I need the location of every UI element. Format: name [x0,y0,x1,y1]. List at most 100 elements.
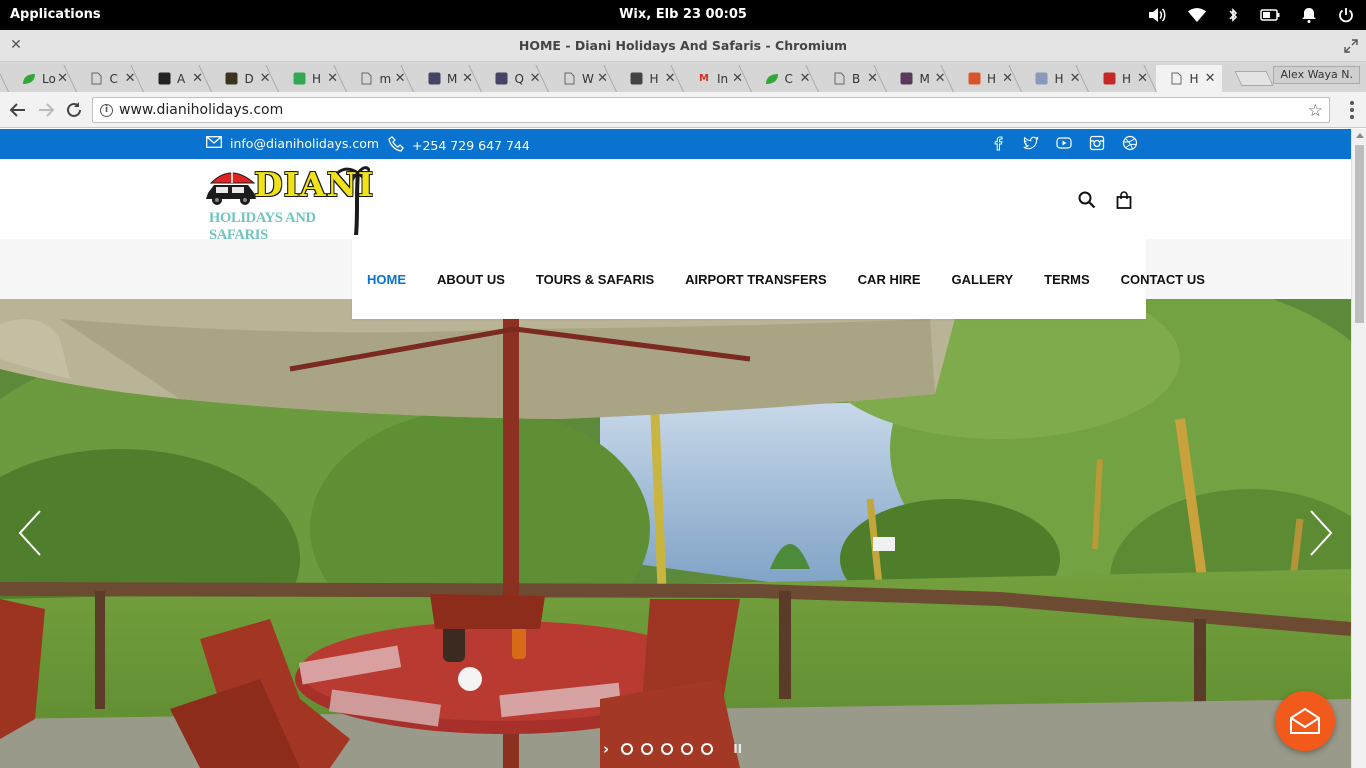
browser-tab[interactable]: C ✕ [76,65,142,92]
battery-icon[interactable] [1260,9,1280,21]
nav-item[interactable]: TOURS & SAFARIS [536,272,654,287]
contact-phone[interactable]: +254 729 647 744 [388,136,530,155]
browser-tab[interactable]: M ✕ [886,65,952,92]
tab-title: B [852,71,861,86]
nav-item[interactable]: ABOUT US [437,272,505,287]
tab-title: W [582,71,594,86]
logo-icon [1102,72,1116,86]
square-icon [157,72,171,86]
browser-tab[interactable]: H ✕ [953,65,1019,92]
bluetooth-icon[interactable] [1228,7,1238,23]
reload-button[interactable] [64,100,84,120]
nav-item[interactable]: HOME [367,272,406,287]
window-maximize-icon[interactable] [1344,38,1358,53]
tab-close-icon[interactable]: ✕ [125,71,136,86]
slider-dot[interactable] [641,743,654,755]
browser-tab[interactable]: H ✕ [1088,65,1154,92]
tab-title: H [1054,71,1064,86]
nav-item[interactable]: AIRPORT TRANSFERS [685,272,827,287]
tab-close-icon[interactable]: ✕ [192,71,203,86]
tab-title: M [447,71,458,86]
image-icon [427,72,441,86]
contact-phone-text[interactable]: +254 729 647 744 [412,138,530,153]
nav-item[interactable]: CAR HIRE [858,272,921,287]
site-logo[interactable]: DIANI HOLIDAYS AND SAFARIS [206,163,373,243]
tab-close-icon[interactable]: ✕ [597,71,608,86]
browser-tab[interactable]: Q ✕ [481,65,547,92]
cart-bag-icon[interactable] [1116,191,1132,213]
system-top-panel: Applications Wix, Elb 23 00:05 [0,0,1366,30]
address-url[interactable]: www.dianiholidays.com [119,102,283,118]
slider-dot[interactable] [701,743,714,755]
nav-item[interactable]: CONTACT US [1121,272,1205,287]
browser-tab[interactable]: C ✕ [751,65,817,92]
tab-close-icon[interactable]: ✕ [935,71,946,86]
youtube-icon[interactable] [1056,135,1072,151]
wifi-icon[interactable] [1188,8,1206,22]
tab-title: C [784,71,793,86]
browser-tab[interactable]: M In ✕ [683,65,749,92]
notifications-icon[interactable] [1302,7,1316,23]
chat-widget-button[interactable] [1275,691,1335,751]
bookmark-star-icon[interactable]: ☆ [1308,101,1323,121]
slider-pause-icon[interactable]: II [733,742,742,756]
browser-tab[interactable]: H ✕ [616,65,682,92]
instagram-icon[interactable] [1089,135,1105,151]
browser-tab[interactable]: H ✕ [1021,65,1087,92]
contact-email[interactable]: info@dianiholidays.com [206,136,379,151]
slider-next-arrow-icon[interactable] [1305,509,1335,557]
browser-tab[interactable]: D ✕ [211,65,277,92]
slider-dot[interactable] [661,743,674,755]
tab-close-icon[interactable]: ✕ [462,71,473,86]
logo-word: DIANI [254,165,375,204]
forward-button[interactable] [36,100,56,120]
twitter-icon[interactable] [1023,135,1039,151]
tab-close-icon[interactable]: ✕ [1205,71,1216,86]
slider-next-small-icon[interactable]: › [603,740,609,758]
browser-tab[interactable]: W ✕ [548,65,614,92]
browser-tab[interactable]: B ✕ [818,65,884,92]
browser-tab[interactable]: m ✕ [346,65,412,92]
cloud-icon [1035,72,1049,86]
browser-tab[interactable]: H ✕ [1155,65,1222,92]
nav-item[interactable]: TERMS [1044,272,1090,287]
slider-prev-arrow-icon[interactable] [16,509,46,557]
profile-button[interactable]: Alex Waya N. [1273,66,1360,84]
tab-close-icon[interactable]: ✕ [395,71,406,86]
scroll-up-icon[interactable] [1356,133,1364,138]
tab-close-icon[interactable]: ✕ [1070,71,1081,86]
slider-dot[interactable] [681,743,694,755]
browser-tab[interactable]: M ✕ [413,65,479,92]
facebook-icon[interactable] [990,135,1006,151]
tab-close-icon[interactable]: ✕ [800,71,811,86]
scrollbar-thumb[interactable] [1355,145,1364,323]
tab-close-icon[interactable]: ✕ [327,71,338,86]
back-button[interactable] [8,100,28,120]
envelope-icon [206,136,222,151]
slider-dot[interactable] [621,743,634,755]
tab-close-icon[interactable]: ✕ [57,71,68,86]
contact-email-text[interactable]: info@dianiholidays.com [230,136,379,151]
dribbble-icon[interactable] [1122,135,1138,151]
tab-close-icon[interactable]: ✕ [867,71,878,86]
tab-title: H [312,71,322,86]
tab-close-icon[interactable]: ✕ [530,71,541,86]
tab-close-icon[interactable]: ✕ [1002,71,1013,86]
tab-close-icon[interactable]: ✕ [732,71,743,86]
tab-close-icon[interactable]: ✕ [260,71,271,86]
power-icon[interactable] [1338,7,1354,23]
page-scrollbar[interactable] [1351,129,1366,768]
browser-tab[interactable]: Lo ✕ [8,65,74,92]
tab-close-icon[interactable]: ✕ [665,71,676,86]
browser-menu-icon[interactable] [1350,101,1354,122]
volume-icon[interactable] [1148,7,1166,23]
tab-title: D [244,71,254,86]
nav-item[interactable]: GALLERY [952,272,1014,287]
site-info-icon[interactable]: i [100,104,113,117]
browser-tab[interactable]: A ✕ [143,65,209,92]
browser-tab[interactable]: H ✕ [278,65,344,92]
tab-close-icon[interactable]: ✕ [1137,71,1148,86]
search-icon[interactable] [1078,191,1096,213]
new-tab-button[interactable] [1234,71,1274,86]
address-bar[interactable]: i www.dianiholidays.com ☆ [92,97,1330,123]
